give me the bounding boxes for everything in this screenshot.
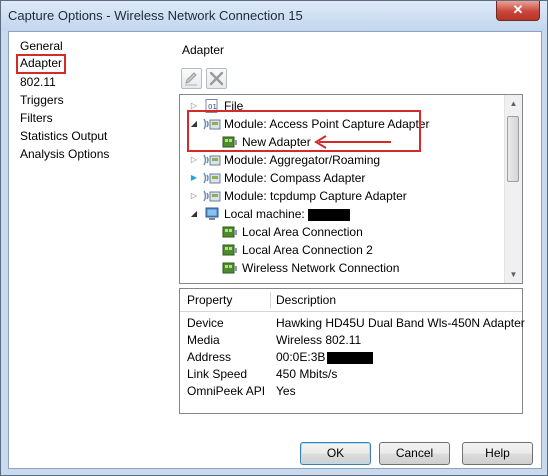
property-value: Wireless 802.11 bbox=[276, 333, 362, 347]
adapter-properties: Property Description Device Hawking HD45… bbox=[179, 288, 525, 414]
tree-label: Local Area Connection bbox=[242, 225, 363, 239]
tree-row-wireless-network-connection[interactable]: Wireless Network Connection bbox=[180, 259, 500, 277]
nav-item-802-11[interactable]: 802.11 bbox=[18, 74, 58, 91]
nav-item-general[interactable]: General bbox=[18, 38, 65, 55]
pencil-icon bbox=[185, 72, 197, 86]
expand-icon[interactable]: ▷ bbox=[190, 187, 198, 205]
column-divider[interactable] bbox=[270, 292, 271, 308]
scroll-down-arrow-icon[interactable]: ▼ bbox=[505, 266, 522, 283]
property-name: OmniPeek API bbox=[187, 384, 266, 398]
nav-item-analysis-options[interactable]: Analysis Options bbox=[18, 146, 111, 163]
property-name: Address bbox=[187, 350, 232, 364]
cancel-button[interactable]: Cancel bbox=[379, 442, 450, 465]
delete-adapter-button[interactable] bbox=[206, 68, 227, 89]
delete-x-icon bbox=[209, 71, 224, 86]
options-nav: General Adapter 802.11 Triggers Filters … bbox=[9, 32, 169, 468]
scroll-thumb[interactable] bbox=[507, 116, 519, 182]
collapse-icon[interactable]: ◢ bbox=[190, 205, 198, 223]
nav-item-filters[interactable]: Filters bbox=[18, 110, 55, 127]
tree-row-local-machine[interactable]: ◢ Local machine: bbox=[180, 205, 500, 223]
nav-item-adapter[interactable]: Adapter bbox=[16, 54, 67, 74]
tree-scrollbar[interactable]: ▲ ▼ bbox=[504, 95, 522, 283]
expand-icon[interactable]: ▷ bbox=[190, 151, 198, 169]
capture-options-window: Capture Options - Wireless Network Conne… bbox=[0, 0, 548, 476]
property-value: Yes bbox=[276, 384, 296, 398]
redacted-hostname bbox=[308, 208, 351, 221]
network-adapter-icon bbox=[222, 226, 237, 238]
computer-icon bbox=[205, 207, 219, 220]
module-icon bbox=[203, 172, 221, 184]
tree-row-local-area-connection-2[interactable]: Local Area Connection 2 bbox=[180, 241, 500, 259]
tree-label: Wireless Network Connection bbox=[242, 261, 400, 275]
nav-item-statistics-output[interactable]: Statistics Output bbox=[18, 128, 109, 145]
tree-row-module-aggregator[interactable]: ▷ Module: Aggregator/Roaming bbox=[180, 151, 500, 169]
ok-button[interactable]: OK bbox=[300, 442, 371, 465]
module-icon bbox=[203, 154, 221, 166]
window-title: Capture Options - Wireless Network Conne… bbox=[8, 8, 303, 23]
tree-row-module-tcpdump[interactable]: ▷ Module: tcpdump Capture Adapter bbox=[180, 187, 500, 205]
property-value: 450 Mbits/s bbox=[276, 367, 338, 381]
tree-row-local-area-connection[interactable]: Local Area Connection bbox=[180, 223, 500, 241]
scroll-up-arrow-icon[interactable]: ▲ bbox=[505, 95, 522, 112]
module-icon bbox=[203, 190, 221, 202]
close-button[interactable]: ✕ bbox=[496, 1, 540, 21]
column-header-description[interactable]: Description bbox=[276, 292, 336, 308]
properties-header: Property Description bbox=[180, 289, 522, 312]
edit-adapter-button[interactable] bbox=[181, 68, 202, 89]
tree-row-module-compass[interactable]: ▶ Module: Compass Adapter bbox=[180, 169, 500, 187]
tree-label: Module: Compass Adapter bbox=[224, 171, 366, 185]
network-adapter-icon bbox=[222, 262, 237, 274]
tree-label: Module: tcpdump Capture Adapter bbox=[224, 189, 407, 203]
property-value: 00:0E:3B bbox=[276, 349, 374, 365]
annotation-highlight-box bbox=[187, 110, 421, 152]
property-value: Hawking HD45U Dual Band Wls-450N Adapter bbox=[276, 316, 525, 330]
expand-icon[interactable]: ▶ bbox=[190, 169, 198, 187]
property-name: Device bbox=[187, 316, 224, 330]
nav-item-triggers[interactable]: Triggers bbox=[18, 92, 66, 109]
redacted-address bbox=[327, 351, 374, 364]
title-bar[interactable]: Capture Options - Wireless Network Conne… bbox=[1, 1, 547, 31]
network-adapter-icon bbox=[222, 244, 237, 256]
section-title: Adapter bbox=[182, 43, 225, 57]
help-button[interactable]: Help bbox=[462, 442, 533, 465]
tree-label: Local machine: bbox=[224, 205, 351, 223]
tree-label: Module: Aggregator/Roaming bbox=[224, 153, 381, 167]
property-name: Media bbox=[187, 333, 220, 347]
tree-label: Local Area Connection 2 bbox=[242, 243, 373, 257]
property-name: Link Speed bbox=[187, 367, 248, 381]
dialog-body: General Adapter 802.11 Triggers Filters … bbox=[8, 31, 542, 469]
column-header-property[interactable]: Property bbox=[187, 292, 232, 308]
